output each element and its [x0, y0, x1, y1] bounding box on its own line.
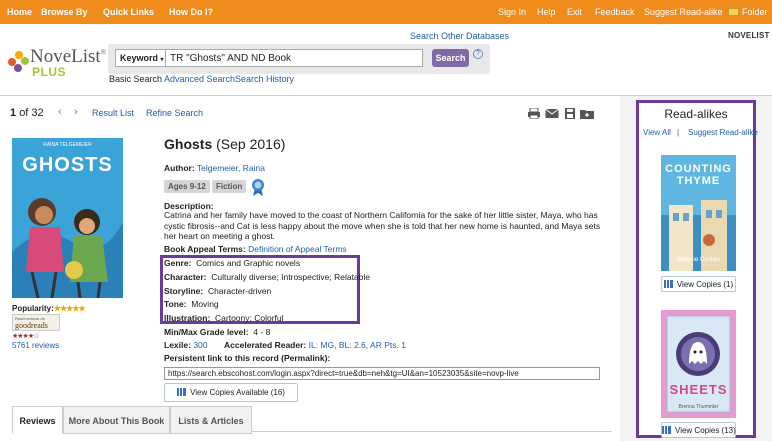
book-cover-counting-thyme[interactable]: COUNTING THYME Melanie Conklin [661, 155, 736, 271]
cover-author: Melanie Conklin [677, 257, 720, 263]
goodreads-rating-stars-icon: ★★★★☆ [12, 333, 39, 340]
nav-suggest-read-alike[interactable]: Suggest Read-alike [644, 7, 723, 17]
dropdown-arrow-icon: ▾ [160, 57, 164, 63]
logo-dots-icon [8, 51, 30, 73]
search-history-link[interactable]: Search History [235, 74, 294, 84]
email-icon[interactable] [545, 108, 559, 119]
grade-level-row: Min/Max Grade level: 4 - 8 [164, 327, 271, 337]
fiction-tag: Fiction [212, 180, 247, 193]
prev-result-icon[interactable]: ‹ [58, 106, 62, 118]
nav-home[interactable]: Home [7, 7, 32, 17]
readalikes-suggest-link[interactable]: Suggest Read-alike [688, 128, 758, 137]
help-icon[interactable]: ? [473, 49, 483, 59]
readalikes-view-all-link[interactable]: View All [643, 128, 671, 137]
nav-browse-by[interactable]: Browse By [41, 7, 88, 17]
nav-exit[interactable]: Exit [567, 7, 582, 17]
nav-help[interactable]: Help [537, 7, 556, 17]
holdings-bars-icon [177, 388, 187, 396]
appeal-character: Character: Culturally diverse; Introspec… [164, 272, 371, 282]
appeal-terms-row: Book Appeal Terms: Definition of Appeal … [164, 244, 347, 254]
goodreads-reviews-link[interactable]: 5761 reviews [12, 341, 59, 350]
cover-author: Brenna Thummler [678, 404, 719, 410]
result-list-link[interactable]: Result List [92, 108, 134, 118]
novelist-plus-logo[interactable]: NoveList® PLUS [8, 45, 106, 79]
cover-title: SHEETS [669, 382, 728, 397]
appeal-tone: Tone: Moving [164, 299, 219, 309]
lexile-link[interactable]: 300 [193, 340, 207, 350]
goodreads-logo: goodreads [15, 321, 48, 330]
cover-art [666, 315, 731, 413]
holdings-bars-icon [663, 279, 673, 288]
book-cover-ghosts[interactable]: RAINA TELGEMEIER GHOSTS [12, 138, 123, 298]
cover-title: COUNTING THYME [665, 163, 732, 187]
print-icon[interactable] [527, 108, 541, 119]
tab-more-about-this-book[interactable]: More About This Book [63, 406, 170, 434]
popularity-stars-icon: ★★★★★ [53, 304, 86, 313]
nav-sign-in[interactable]: Sign In [498, 7, 526, 17]
search-button[interactable]: Search [432, 49, 469, 67]
cover-author: RAINA TELGEMEIER [43, 142, 92, 148]
add-to-folder-icon[interactable] [580, 108, 594, 119]
refine-search-link[interactable]: Refine Search [146, 108, 203, 118]
nav-folder[interactable]: Folder [728, 7, 768, 17]
nav-how-do-i[interactable]: How Do I? [169, 7, 213, 17]
top-nav-bar: Home Browse By Quick Links How Do I? Sig… [0, 0, 772, 24]
view-copies-available-button[interactable]: View Copies Available (16) [164, 383, 298, 402]
readalikes-title: Read-alikes [664, 107, 728, 121]
readalikes-separator: | [677, 128, 680, 137]
basic-search-link[interactable]: Basic Search [109, 74, 162, 84]
cover-illustration [12, 198, 123, 298]
holdings-bars-icon [662, 425, 671, 434]
tab-lists-articles[interactable]: Lists & Articles [170, 406, 252, 434]
appeal-genre: Genre: Comics and Graphic novels [164, 258, 301, 268]
view-copies-button-sheets[interactable]: View Copies (13) [661, 422, 736, 438]
award-ribbon-icon[interactable] [251, 178, 265, 196]
search-field-select[interactable]: Keyword ▾ [115, 49, 165, 67]
book-title: Ghosts (Sep 2016) [164, 136, 286, 152]
search-other-databases-link[interactable]: Search Other Databases [410, 31, 509, 41]
lexile-ar-row: Lexile: 300 Accelerated Reader: IL: MG, … [164, 340, 406, 350]
audience-tag: Ages 9-12 [164, 180, 210, 193]
author-row: Author: Telgemeier, Raina [164, 163, 265, 173]
nav-feedback[interactable]: Feedback [595, 7, 635, 17]
appeal-terms-definition-link[interactable]: Definition of Appeal Terms [248, 244, 347, 254]
tab-reviews[interactable]: Reviews [12, 406, 63, 434]
product-label: NOVELIST [728, 31, 770, 40]
popularity: Popularity:★★★★★ [12, 304, 86, 313]
next-result-icon[interactable]: › [74, 106, 78, 118]
goodreads-badge[interactable]: Read reviews on goodreads [12, 314, 60, 331]
logo-plus: PLUS [32, 65, 67, 79]
appeal-illustration: Illustration: Cartoony; Colorful [164, 313, 284, 323]
nav-folder-label: Folder [742, 7, 768, 17]
appeal-storyline: Storyline: Character-driven [164, 286, 272, 296]
save-icon[interactable] [563, 108, 577, 119]
book-description: Catrina and her family have moved to the… [164, 210, 601, 241]
folder-icon [728, 8, 739, 16]
cover-title: GHOSTS [22, 154, 113, 176]
accelerated-reader-link[interactable]: IL: MG, BL: 2.6, AR Pts. 1 [309, 340, 406, 350]
permalink-field[interactable]: https://search.ebscohost.com/login.aspx?… [164, 367, 600, 380]
nav-quick-links[interactable]: Quick Links [103, 7, 154, 17]
result-pager: 1 of 32 [10, 107, 44, 119]
view-copies-button-counting-thyme[interactable]: View Copies (1) [661, 276, 736, 292]
search-input[interactable] [165, 49, 423, 67]
book-cover-sheets[interactable]: SHEETS Brenna Thummler [661, 310, 736, 418]
permalink-label: Persistent link to this record (Permalin… [164, 353, 331, 363]
advanced-search-link[interactable]: Advanced Search [164, 74, 235, 84]
author-link[interactable]: Telgemeier, Raina [197, 163, 265, 173]
